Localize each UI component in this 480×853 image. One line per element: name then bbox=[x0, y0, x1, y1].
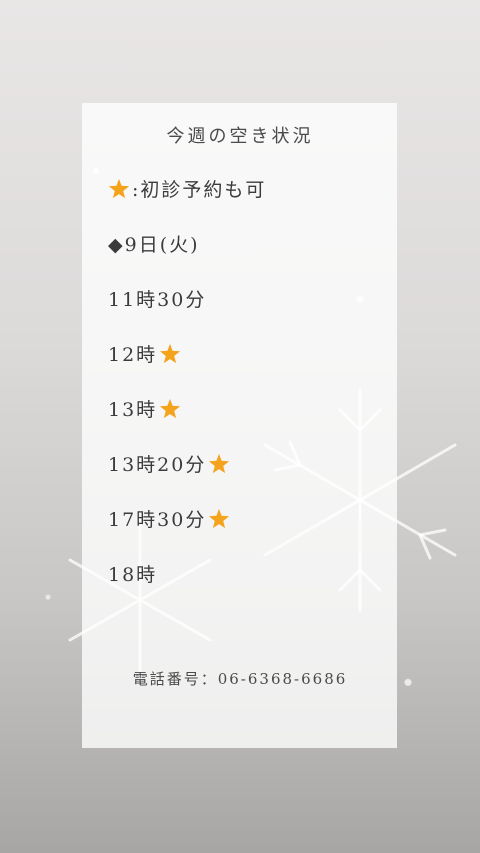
date-line: ◆9日(火) bbox=[108, 230, 200, 257]
legend-line: :初診予約も可 bbox=[108, 175, 266, 202]
slot-time: 13時 bbox=[108, 399, 158, 421]
legend-text: :初診予約も可 bbox=[132, 179, 267, 201]
slot-row: 17時30分 bbox=[108, 505, 230, 532]
slot-time: 11時30分 bbox=[108, 289, 207, 311]
slot-row: 13時 bbox=[108, 395, 181, 422]
slot-time: 12時 bbox=[108, 344, 158, 366]
phone-number: 電話番号：06-6368-6686 bbox=[132, 670, 348, 688]
slot-time: 17時30分 bbox=[108, 509, 207, 531]
date-text: ◆9日(火) bbox=[108, 234, 200, 256]
slot-row: 13時20分 bbox=[108, 450, 230, 477]
star-icon bbox=[108, 178, 130, 198]
star-icon bbox=[209, 453, 230, 473]
slot-row: 11時30分 bbox=[108, 285, 206, 312]
page-title: 今週の空き状況 bbox=[166, 126, 314, 147]
slot-time: 18時 bbox=[108, 564, 158, 586]
star-icon bbox=[160, 398, 181, 418]
slot-row: 12時 bbox=[108, 340, 181, 367]
star-icon bbox=[209, 508, 230, 528]
slot-row: 18時 bbox=[108, 560, 157, 587]
slot-time: 13時20分 bbox=[108, 454, 207, 476]
star-icon bbox=[160, 343, 181, 363]
